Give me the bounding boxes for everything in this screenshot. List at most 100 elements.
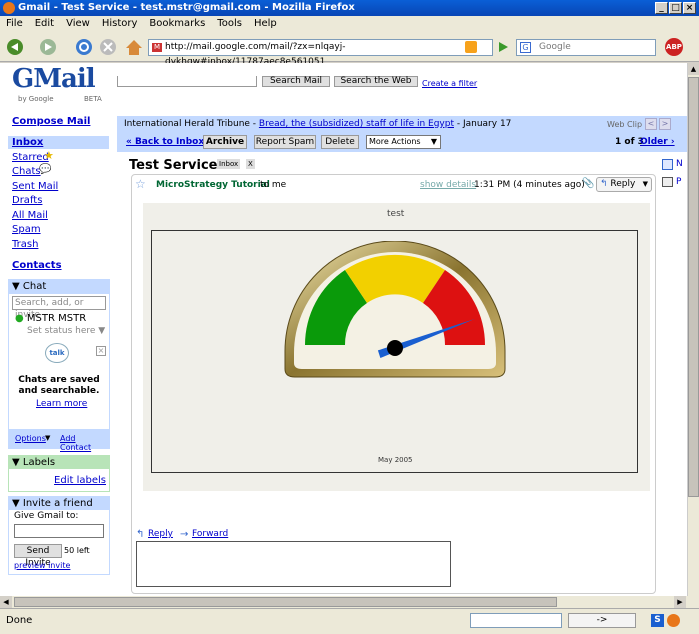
- sidebar-item-drafts[interactable]: Drafts: [12, 195, 42, 206]
- menu-file[interactable]: File: [6, 18, 23, 29]
- reply-menu-icon[interactable]: ▼: [643, 178, 648, 191]
- sidebar-item-trash[interactable]: Trash: [12, 239, 38, 250]
- stop-icon[interactable]: [100, 39, 116, 55]
- forward-icon[interactable]: [40, 39, 56, 55]
- menu-tools[interactable]: Tools: [217, 18, 242, 29]
- contacts-link[interactable]: Contacts: [12, 260, 62, 271]
- address-bar[interactable]: M http://mail.google.com/mail/?zx=nlqayj…: [148, 39, 493, 67]
- chat-user[interactable]: ● MSTR MSTR: [9, 312, 109, 325]
- menu-help[interactable]: Help: [254, 18, 277, 29]
- search-input[interactable]: [117, 76, 257, 87]
- menu-edit[interactable]: Edit: [35, 18, 54, 29]
- home-icon[interactable]: [126, 40, 142, 55]
- back-icon[interactable]: [7, 39, 23, 55]
- reply-button[interactable]: ↰ Reply ▼: [596, 177, 652, 192]
- web-clip-headline[interactable]: Bread, the (subsidized) staff of life in…: [259, 119, 454, 129]
- star-toggle-icon[interactable]: ☆: [135, 177, 146, 191]
- add-contact-link[interactable]: Add Contact: [60, 434, 109, 452]
- status-addon-icon[interactable]: [667, 614, 680, 627]
- print-label[interactable]: P: [676, 177, 681, 187]
- back-to-inbox-link[interactable]: « Back to Inbox: [126, 137, 204, 147]
- preview-invite-link[interactable]: preview invite: [14, 561, 70, 570]
- horizontal-scrollbar[interactable]: ◀ ▶: [0, 596, 699, 608]
- reply-link-icon: ↰: [136, 529, 145, 540]
- clip-next-icon[interactable]: >: [659, 118, 671, 130]
- horizontal-scroll-thumb[interactable]: [14, 597, 557, 607]
- web-clip-date: - January 17: [454, 119, 512, 129]
- adblock-icon[interactable]: ABP: [665, 38, 683, 56]
- compose-mail-link[interactable]: Compose Mail: [12, 116, 90, 127]
- delete-button[interactable]: Delete: [321, 135, 359, 149]
- invite-email-input[interactable]: [14, 524, 104, 538]
- quick-reply-box[interactable]: [136, 541, 451, 587]
- options-link[interactable]: Options: [15, 434, 46, 443]
- gmail-favicon-icon: M: [152, 43, 162, 52]
- reload-icon[interactable]: [76, 39, 92, 55]
- search-web-button[interactable]: Search the Web: [334, 76, 418, 87]
- gmail-logo[interactable]: GMail by Google BETA: [12, 66, 112, 103]
- status-set[interactable]: Set status here ▼: [9, 325, 109, 337]
- older-link[interactable]: Older ›: [640, 137, 675, 147]
- menu-view[interactable]: View: [66, 18, 90, 29]
- google-icon: G: [520, 42, 531, 53]
- search-mail-button[interactable]: Search Mail: [262, 76, 330, 87]
- labels-header-label: Labels: [22, 457, 56, 468]
- chat-search-input[interactable]: Search, add, or invite: [12, 296, 106, 320]
- sidebar-item-inbox[interactable]: Inbox: [12, 137, 43, 148]
- recipient: to me: [260, 180, 287, 190]
- learn-more-link[interactable]: Learn more: [36, 399, 87, 409]
- firefox-icon: [3, 2, 15, 14]
- send-invite-button[interactable]: Send Invite: [14, 544, 62, 568]
- labels-header[interactable]: ▼ Labels: [9, 456, 109, 469]
- dropdown-arrow-icon: ▼: [430, 137, 437, 146]
- gmail-logo-mark: GMail: [12, 64, 96, 94]
- close-button[interactable]: ×: [683, 2, 696, 14]
- window-title-bar: Gmail - Test Service - test.mstr@gmail.c…: [0, 0, 699, 16]
- reply-link[interactable]: Reply: [148, 529, 173, 539]
- print-icon[interactable]: [662, 177, 673, 187]
- new-window-icon[interactable]: [662, 159, 673, 170]
- scroll-left-icon[interactable]: ◀: [0, 596, 12, 608]
- google-search-input[interactable]: G Google: [516, 39, 656, 56]
- status-go-button[interactable]: ->: [568, 613, 636, 628]
- status-text: Done: [6, 615, 33, 626]
- remove-tag-icon[interactable]: X: [246, 159, 255, 169]
- forward-link[interactable]: Forward: [192, 529, 228, 539]
- more-actions-select[interactable]: More Actions ▼: [366, 135, 441, 149]
- sidebar-item-all[interactable]: All Mail: [12, 210, 48, 221]
- edit-labels-link[interactable]: Edit labels: [54, 475, 106, 486]
- close-promo-icon[interactable]: ×: [96, 346, 106, 356]
- status-input[interactable]: [470, 613, 562, 628]
- talk-icon: talk: [45, 343, 69, 363]
- sidebar-item-chats[interactable]: Chats: [12, 166, 41, 177]
- online-dot-icon: ●: [15, 313, 24, 324]
- give-gmail-label: Give Gmail to:: [14, 511, 79, 521]
- report-spam-button[interactable]: Report Spam: [254, 135, 316, 149]
- invite-header[interactable]: ▼ Invite a friend: [9, 497, 109, 510]
- chat-user-name: MSTR MSTR: [26, 313, 87, 324]
- sidebar-item-sent[interactable]: Sent Mail: [12, 181, 58, 192]
- rss-icon[interactable]: [465, 41, 477, 53]
- menu-history[interactable]: History: [102, 18, 138, 29]
- sidebar-item-spam[interactable]: Spam: [12, 224, 41, 235]
- status-label: Set status here: [27, 326, 96, 336]
- star-icon: ★: [44, 149, 54, 162]
- sender-name[interactable]: MicroStrategy Tutorial: [156, 180, 270, 190]
- minimize-button[interactable]: _: [655, 2, 668, 14]
- vertical-scroll-thumb[interactable]: [688, 77, 699, 497]
- maximize-button[interactable]: □: [669, 2, 682, 14]
- scroll-right-icon[interactable]: ▶: [674, 596, 686, 608]
- invite-panel: ▼ Invite a friend Give Gmail to: Send In…: [8, 496, 110, 575]
- chat-header[interactable]: ▼ Chat: [9, 280, 109, 294]
- new-window-label[interactable]: N: [676, 159, 683, 169]
- show-details-link[interactable]: show details: [420, 180, 476, 190]
- go-icon[interactable]: [496, 40, 510, 54]
- gauge-chart: [284, 241, 506, 378]
- create-filter-link[interactable]: Create a filter: [422, 79, 477, 88]
- archive-button[interactable]: Archive: [203, 135, 247, 149]
- status-s-icon[interactable]: S: [651, 614, 664, 627]
- clip-prev-icon[interactable]: <: [645, 118, 657, 130]
- vertical-scrollbar[interactable]: ▲: [687, 63, 699, 596]
- scroll-up-icon[interactable]: ▲: [688, 63, 699, 75]
- menu-bookmarks[interactable]: Bookmarks: [149, 18, 205, 29]
